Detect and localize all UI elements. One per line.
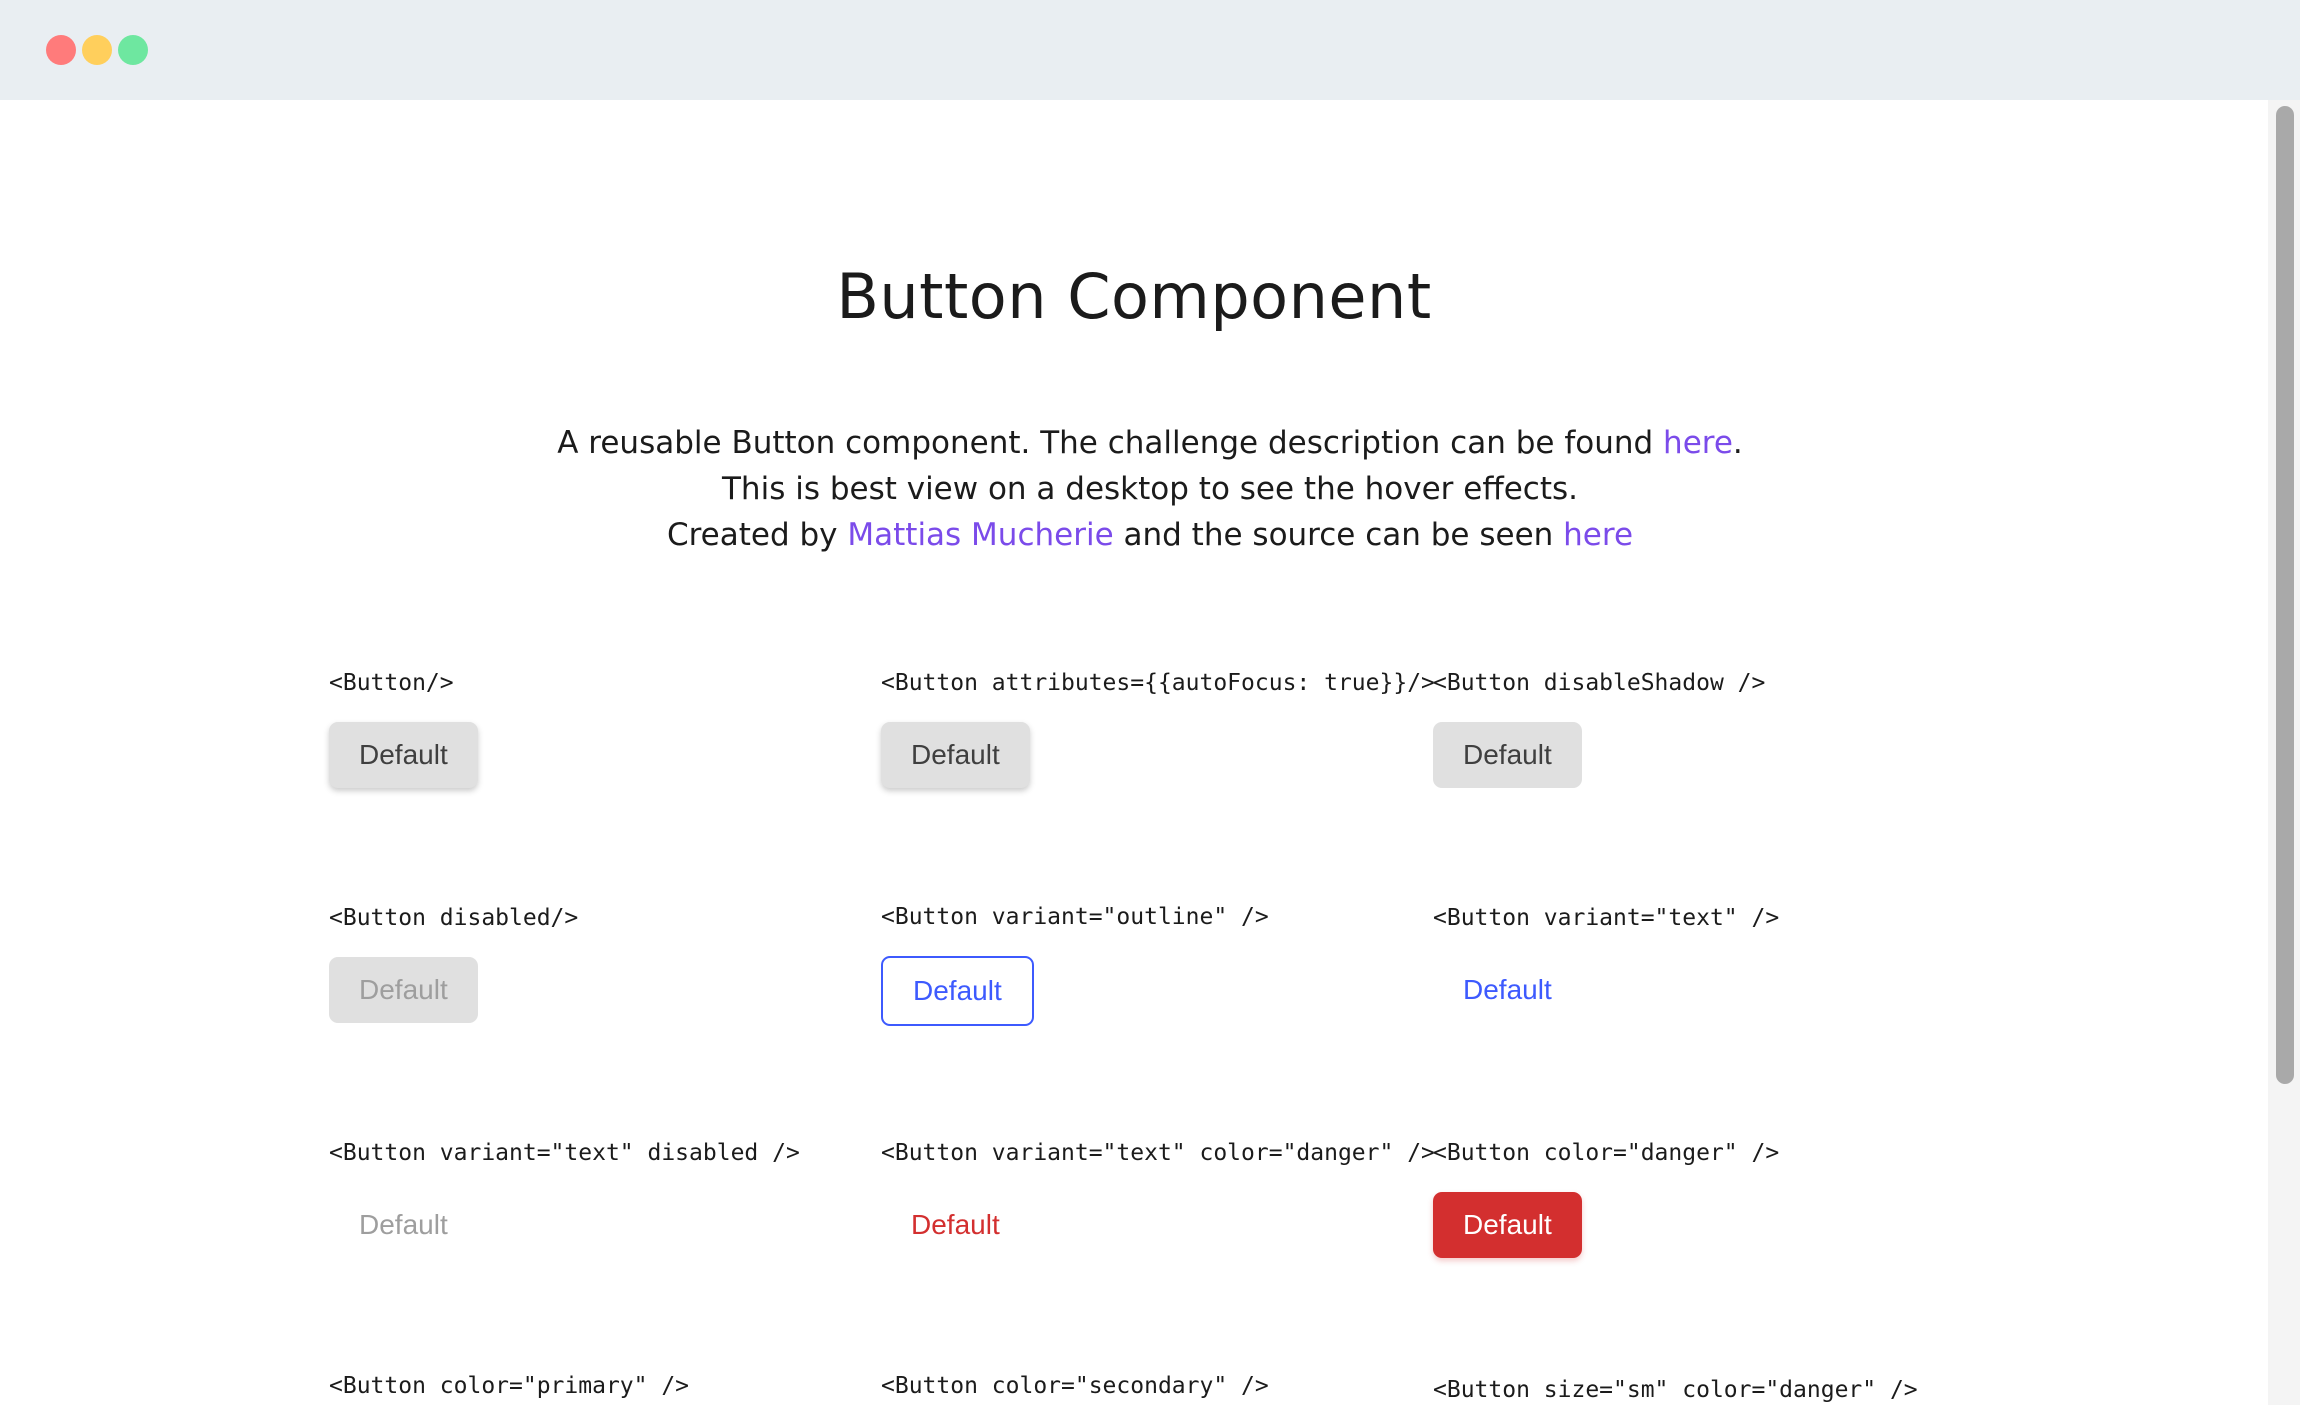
intro-line-1-text: A reusable Button component. The challen…: [557, 425, 1664, 461]
autofocus-button[interactable]: Default: [881, 722, 1030, 788]
intro-line-1-end: .: [1732, 425, 1743, 461]
browser-window: Button Component A reusable Button compo…: [0, 0, 2300, 1405]
code-label-text: <Button variant="text" />: [1433, 905, 1780, 931]
intro-line-3-text-b: and the source can be seen: [1113, 517, 1564, 553]
text-danger-button[interactable]: Default: [881, 1192, 1030, 1258]
code-label-secondary: <Button color="secondary" />: [881, 1373, 1269, 1399]
scrollbar-thumb[interactable]: [2276, 106, 2294, 1084]
disabled-button[interactable]: Default: [329, 957, 478, 1023]
code-label-default: <Button/>: [329, 670, 454, 696]
page-viewport: Button Component A reusable Button compo…: [0, 100, 2300, 1405]
intro-text: A reusable Button component. The challen…: [0, 420, 2300, 558]
danger-button[interactable]: Default: [1433, 1192, 1582, 1258]
page-title: Button Component: [836, 260, 1432, 333]
default-button[interactable]: Default: [329, 722, 478, 788]
window-titlebar: [0, 0, 2300, 100]
outline-button[interactable]: Default: [881, 956, 1034, 1026]
code-label-text-disabled: <Button variant="text" disabled />: [329, 1140, 800, 1166]
text-button[interactable]: Default: [1433, 957, 1582, 1023]
author-link[interactable]: Mattias Mucherie: [847, 517, 1113, 553]
code-label-outline: <Button variant="outline" />: [881, 904, 1269, 930]
source-link[interactable]: here: [1563, 517, 1633, 553]
code-label-primary: <Button color="primary" />: [329, 1373, 690, 1399]
code-label-autofocus: <Button attributes={{autoFocus: true}}/>: [881, 670, 1435, 696]
intro-line-3-text-a: Created by: [666, 517, 848, 553]
scrollbar[interactable]: [2268, 100, 2300, 1405]
text-disabled-button[interactable]: Default: [329, 1192, 478, 1258]
code-label-danger: <Button color="danger" />: [1433, 1140, 1780, 1166]
code-label-text-danger: <Button variant="text" color="danger" />: [881, 1140, 1435, 1166]
code-label-disabled: <Button disabled/>: [329, 905, 579, 931]
code-label-disable-shadow: <Button disableShadow />: [1433, 670, 1766, 696]
code-label-small-danger: <Button size="sm" color="danger" />: [1433, 1377, 1918, 1403]
intro-line-2: This is best view on a desktop to see th…: [722, 471, 1578, 507]
challenge-description-link[interactable]: here: [1663, 425, 1733, 461]
intro-line-3: Created by Mattias Mucherie and the sour…: [0, 512, 2300, 558]
minimize-window-icon[interactable]: [82, 35, 112, 65]
intro-line-1: A reusable Button component. The challen…: [0, 420, 2300, 466]
maximize-window-icon[interactable]: [118, 35, 148, 65]
no-shadow-button[interactable]: Default: [1433, 722, 1582, 788]
close-window-icon[interactable]: [46, 35, 76, 65]
